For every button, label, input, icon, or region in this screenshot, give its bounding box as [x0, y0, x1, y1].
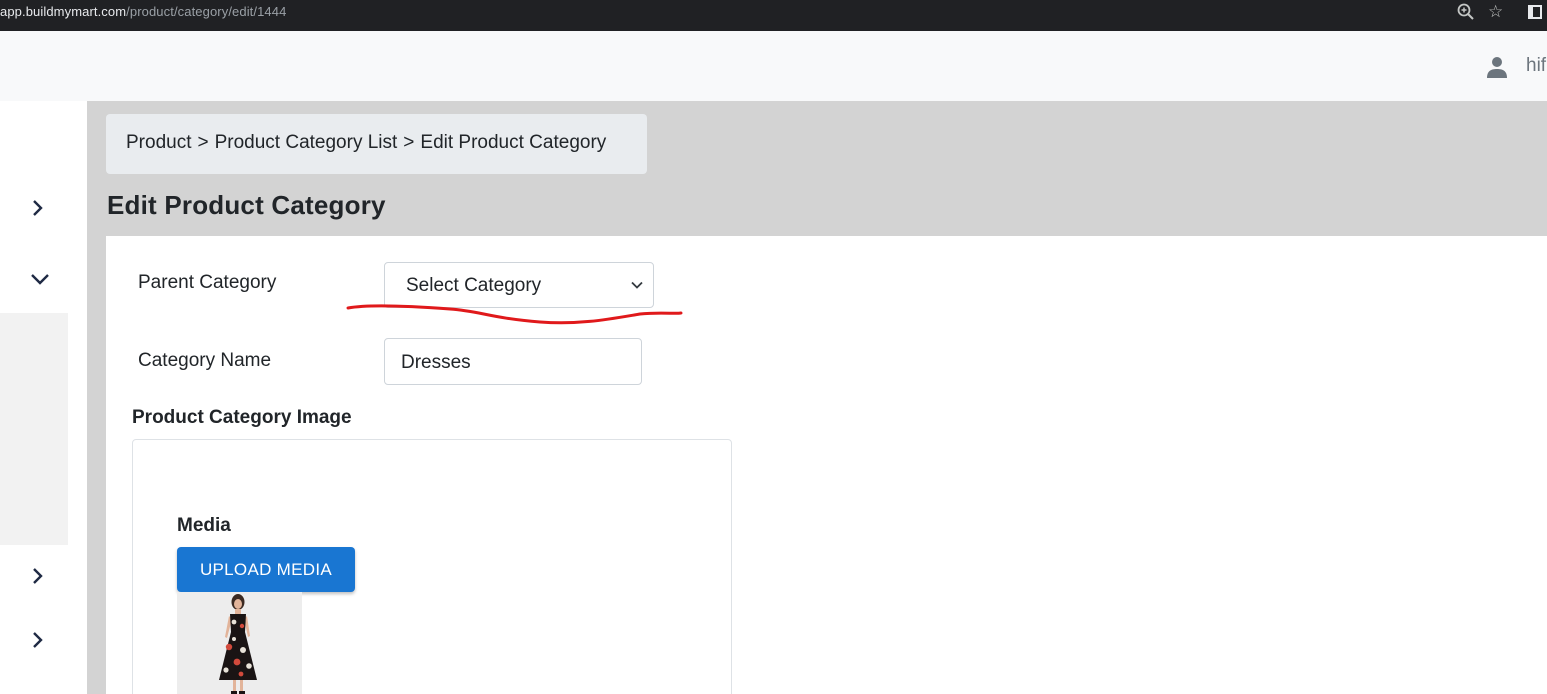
address-bar[interactable]: app.buildmymart.com/product/category/edi… [0, 4, 286, 19]
chevron-right-icon[interactable] [25, 628, 49, 652]
breadcrumb-separator: > [403, 132, 415, 153]
category-name-input[interactable]: Dresses [384, 338, 642, 385]
sidebar-submenu [0, 313, 68, 545]
url-host: app.buildmymart.com [0, 4, 127, 19]
chevron-down-icon [631, 281, 643, 289]
chevron-right-icon[interactable] [25, 564, 49, 588]
zoom-icon[interactable] [1456, 2, 1476, 22]
dress-image [219, 594, 257, 694]
breadcrumb-item-category-list[interactable]: Product Category List [215, 132, 398, 153]
parent-category-selected-value: Select Category [406, 275, 542, 296]
media-label: Media [177, 515, 231, 536]
browser-toolbar: app.buildmymart.com/product/category/edi… [0, 0, 1547, 31]
sidebar [0, 101, 87, 694]
page-title: Edit Product Category [107, 190, 386, 220]
chevron-right-icon[interactable] [25, 196, 49, 220]
upload-media-button[interactable]: UPLOAD MEDIA [177, 547, 355, 592]
red-annotation-underline [346, 304, 683, 325]
parent-category-label: Parent Category [138, 272, 277, 293]
category-name-label: Category Name [138, 350, 272, 371]
side-panel-icon[interactable] [1528, 5, 1542, 19]
app-header: hif [0, 31, 1547, 101]
category-name-value: Dresses [401, 352, 471, 373]
category-image-thumbnail[interactable] [177, 592, 302, 694]
breadcrumb: Product > Product Category List > Edit Produ… [106, 114, 647, 174]
user-icon[interactable] [1485, 55, 1509, 79]
user-name[interactable]: hif [1526, 55, 1546, 77]
breadcrumb-item-product[interactable]: Product [126, 132, 191, 153]
star-icon[interactable]: ☆ [1488, 2, 1503, 22]
breadcrumb-item-edit-category: Edit Product Category [420, 132, 607, 153]
url-path: /product/category/edit/1444 [126, 4, 287, 19]
product-category-image-label: Product Category Image [132, 407, 352, 428]
breadcrumb-separator: > [197, 132, 209, 153]
chevron-down-icon[interactable] [28, 267, 52, 291]
